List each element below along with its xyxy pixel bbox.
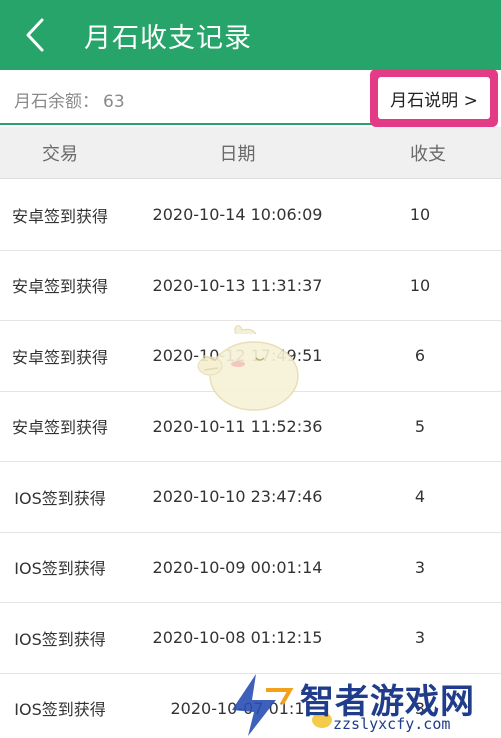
cell-date: 2020-10-13 11:31:37 [152, 275, 323, 295]
table-row: 安卓签到获得 2020-10-12 17:49:51 6 [0, 321, 501, 392]
cell-type: 安卓签到获得 [11, 277, 108, 297]
balance-display: 月石余额： 63 [14, 87, 125, 112]
cell-type: 安卓签到获得 [11, 206, 108, 226]
balance-value: 63 [103, 92, 125, 112]
cell-type: IOS签到获得 [14, 700, 106, 720]
watermark-url: zzslyxcfy.com [333, 715, 451, 733]
balance-underline [0, 123, 372, 125]
table-row: 安卓签到获得 2020-10-14 10:06:09 10 [0, 180, 501, 251]
record-list: 安卓签到获得 2020-10-14 10:06:09 10 安卓签到获得 202… [0, 180, 501, 738]
table-row: 安卓签到获得 2020-10-13 11:31:37 10 [0, 251, 501, 321]
cell-type: IOS签到获得 [14, 629, 106, 649]
cell-amount: 5 [414, 416, 426, 436]
cell-amount: 3 [414, 557, 426, 577]
explain-button[interactable]: 月石说明 > [378, 77, 490, 119]
cell-amount: 6 [414, 346, 426, 366]
app-header: 月石收支记录 [0, 0, 501, 70]
cell-type: IOS签到获得 [14, 488, 106, 508]
table-row: 安卓签到获得 2020-10-11 11:52:36 5 [0, 392, 501, 462]
column-header-date: 日期 [219, 143, 256, 165]
cell-date: 2020-10-08 01:12:15 [152, 628, 323, 648]
back-button[interactable] [0, 0, 70, 70]
column-header-amount: 收支 [410, 143, 446, 165]
cell-date: 2020-10-11 11:52:36 [152, 416, 323, 436]
cell-amount: 3 [414, 628, 426, 648]
table-row: IOS签到获得 2020-10-08 01:12:15 3 [0, 603, 501, 674]
cell-type: 安卓签到获得 [11, 418, 108, 438]
table-row: IOS签到获得 2020-10-10 23:47:46 4 [0, 462, 501, 533]
cell-date: 2020-10-14 10:06:09 [152, 205, 323, 225]
table-header: 交易 日期 收支 [0, 127, 501, 179]
cell-amount: 10 [409, 205, 431, 225]
cell-date: 2020-10-12 17:49:51 [152, 346, 323, 366]
column-header-type: 交易 [42, 143, 78, 165]
balance-label: 月石余额： [14, 92, 99, 112]
page-title: 月石收支记录 [84, 22, 252, 54]
table-row: IOS签到获得 2020-10-09 00:01:14 3 [0, 533, 501, 603]
cell-amount: 10 [409, 275, 431, 295]
cell-type: 安卓签到获得 [11, 347, 108, 367]
chevron-left-icon [26, 18, 44, 52]
cell-date: 2020-10-09 00:01:14 [152, 557, 323, 577]
cell-amount: 4 [414, 487, 426, 507]
cell-type: IOS签到获得 [14, 559, 106, 579]
cell-date: 2020-10-10 23:47:46 [152, 487, 323, 507]
